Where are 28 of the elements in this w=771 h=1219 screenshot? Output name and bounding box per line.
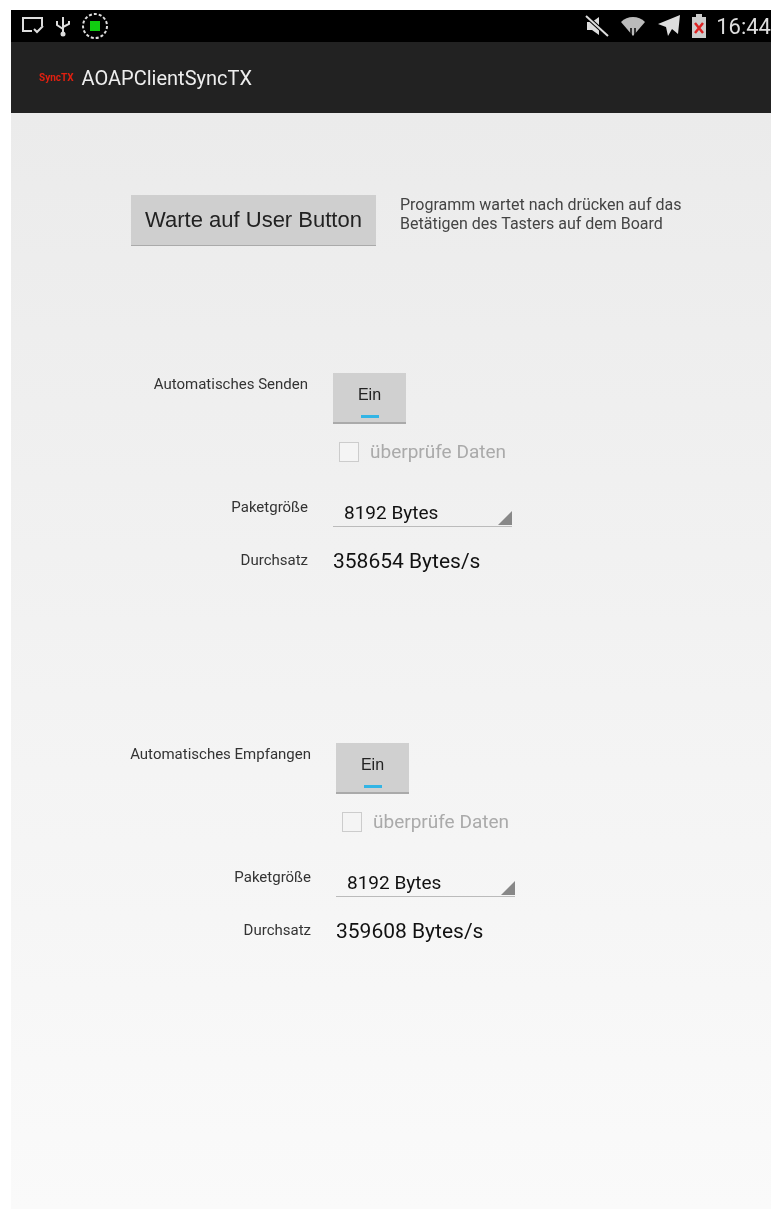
- clock-time: 16:44: [716, 13, 771, 39]
- section-label: Automatisches Empfangen: [130, 744, 311, 763]
- checkbox-label: überprüfe Daten: [373, 810, 509, 833]
- checkbox-label: überprüfe Daten: [370, 440, 506, 463]
- wifi-icon: [620, 14, 647, 38]
- sync-status-icon: [81, 12, 109, 40]
- packet-size-label: Paketgröße: [231, 498, 308, 516]
- packet-size-dropdown[interactable]: 8192 Bytes: [336, 861, 515, 897]
- toggle-button[interactable]: Ein: [336, 743, 409, 794]
- mute-icon: [584, 14, 611, 38]
- packet-size-label: Paketgröße: [234, 868, 311, 886]
- throughput-value: 359608 Bytes/s: [336, 919, 485, 943]
- description-text: Programm wartet nach drücken auf das Betätigen des Tasters auf dem Board: [400, 195, 683, 233]
- throughput-label: Durchsatz: [240, 551, 308, 569]
- app-title: AOAPClientSyncTX: [81, 65, 252, 90]
- app-logo: SyncTX: [39, 72, 74, 83]
- throughput-value: 358654 Bytes/s: [333, 549, 482, 573]
- cast-icon: [21, 16, 45, 36]
- usb-icon: [55, 15, 71, 37]
- user-button[interactable]: Warte auf User Button: [131, 195, 376, 246]
- throughput-label: Durchsatz: [243, 921, 311, 939]
- section-label: Automatisches Senden: [153, 374, 308, 393]
- packet-size-dropdown[interactable]: 8192 Bytes: [333, 491, 512, 527]
- toggle-button[interactable]: Ein: [333, 373, 406, 424]
- dropdown-triangle-icon: [498, 511, 512, 525]
- battery-icon: [692, 14, 707, 38]
- airplane-icon: [656, 14, 683, 38]
- dropdown-triangle-icon: [501, 881, 515, 895]
